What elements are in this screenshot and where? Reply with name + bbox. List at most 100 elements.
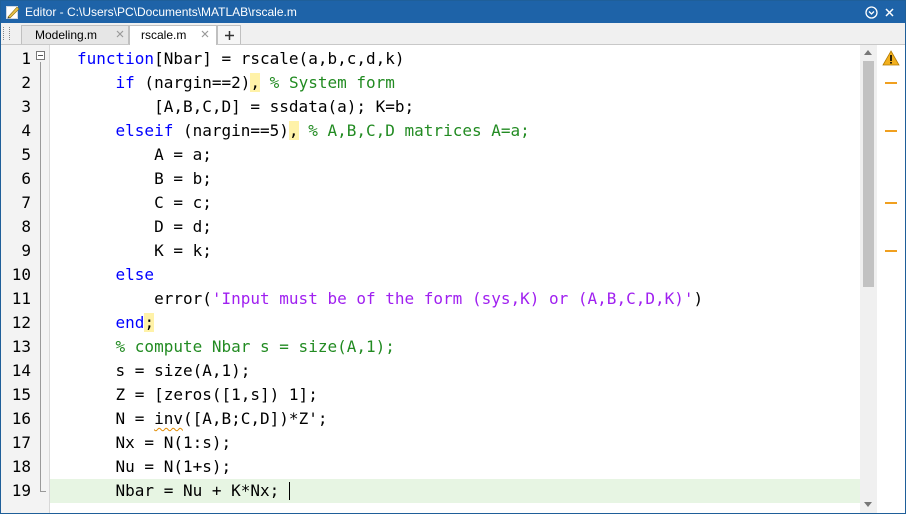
code-line[interactable]: N = inv([A,B;C,D])*Z'; [50,407,860,431]
code-line[interactable]: [A,B,C,D] = ssdata(a); K=b; [50,95,860,119]
code-text: s = size(A,1); [77,359,251,383]
code-token: error( [77,289,212,308]
code-line[interactable]: K = k; [50,239,860,263]
tab-rscale[interactable]: rscale.m [129,25,217,45]
code-text: D = d; [77,215,212,239]
line-number: 5 [21,145,31,164]
code-token: D = d; [77,217,212,236]
vertical-scrollbar[interactable] [860,45,877,513]
line-number: 12 [11,313,31,332]
code-line[interactable]: if (nargin==2), % System form [50,71,860,95]
warning-marker[interactable] [885,130,897,132]
code-line[interactable]: Nu = N(1+s); [50,455,860,479]
line-number: 10 [11,265,31,284]
code-text: A = a; [77,143,212,167]
code-token: inv [154,409,183,428]
matlab-editor-icon [6,6,20,19]
code-token: (nargin==5) [173,121,289,140]
code-text: N = inv([A,B;C,D])*Z'; [77,407,328,431]
line-number: 6 [21,169,31,188]
code-token: A = a; [77,145,212,164]
code-token: end [115,313,145,332]
code-token: N = [77,409,155,428]
warning-marker[interactable] [885,250,897,252]
tab-label: Modeling.m [35,28,98,42]
code-token: B = b; [77,169,212,188]
code-token: % A,B,C,D matrices A=a; [308,121,530,140]
close-icon [884,7,894,17]
close-window-button[interactable] [881,4,897,20]
line-number: 2 [21,73,31,92]
code-token: K = k; [77,241,212,260]
warning-triangle-icon[interactable] [882,50,900,66]
editor-menu-button[interactable] [863,4,879,20]
code-token: ([A,B;C,D])*Z'; [182,409,328,428]
code-text: error('Input must be of the form (sys,K)… [77,287,703,311]
code-line[interactable]: A = a; [50,143,860,167]
code-token: , [250,73,261,92]
code-token: else [115,265,155,284]
line-number: 11 [11,289,31,308]
code-text: C = c; [77,191,212,215]
code-line[interactable]: function[Nbar] = rscale(a,b,c,d,k) [50,47,860,71]
code-text: if (nargin==2), % System form [77,71,395,95]
warning-marker[interactable] [885,82,897,84]
code-line[interactable]: D = d; [50,215,860,239]
scrollbar-thumb[interactable] [863,61,874,287]
code-line[interactable]: end; [50,311,860,335]
line-number: 17 [11,433,31,452]
close-icon[interactable] [115,29,125,39]
code-token: , [288,121,299,140]
add-tab-button[interactable] [217,25,241,44]
code-line[interactable]: B = b; [50,167,860,191]
code-text: end; [77,311,155,335]
code-text: Nx = N(1:s); [77,431,232,455]
code-line[interactable]: error('Input must be of the form (sys,K)… [50,287,860,311]
code-text: else [77,263,155,287]
chevron-down-circle-icon [864,5,878,19]
code-line[interactable]: Z = [zeros([1,s]) 1]; [50,383,860,407]
code-token: elseif [115,121,174,140]
line-number: 16 [11,409,31,428]
fold-end [40,491,46,492]
tab-bar: Modeling.m rscale.m [1,23,905,45]
line-number: 3 [21,97,31,116]
code-token: C = c; [77,193,212,212]
line-number: 18 [11,457,31,476]
code-line[interactable]: % compute Nbar s = size(A,1); [50,335,860,359]
code-token: Nu = N(1+s); [77,457,232,476]
code-text: elseif (nargin==5), % A,B,C,D matrices A… [77,119,530,143]
scroll-down-arrow-icon[interactable] [864,502,872,507]
close-icon[interactable] [200,29,210,39]
code-token: s = size(A,1); [77,361,251,380]
warning-marker[interactable] [885,202,897,204]
code-token: [Nbar] = rscale(a,b,c,d,k) [154,49,405,68]
line-number: 4 [21,121,31,140]
code-token: function [77,49,155,68]
plus-icon [224,30,234,40]
code-text: [A,B,C,D] = ssdata(a); K=b; [77,95,414,119]
line-number: 9 [21,241,31,260]
fold-toggle-icon[interactable] [36,51,45,60]
code-line[interactable]: s = size(A,1); [50,359,860,383]
tab-modeling[interactable]: Modeling.m [21,25,129,44]
window-title: Editor - C:\Users\PC\Documents\MATLAB\rs… [25,5,297,19]
code-line[interactable]: else [50,263,860,287]
scroll-up-arrow-icon[interactable] [864,50,872,55]
code-token: Z = [zeros([1,s]) 1]; [77,385,318,404]
code-line[interactable]: Nbar = Nu + K*Nx; [50,479,860,503]
line-number: 19 [11,481,31,500]
code-token: Nbar = Nu + K*Nx; [77,481,289,500]
code-line[interactable]: elseif (nargin==5), % A,B,C,D matrices A… [50,119,860,143]
code-text: Nu = N(1+s); [77,455,232,479]
code-line[interactable]: Nx = N(1:s); [50,431,860,455]
code-line[interactable]: C = c; [50,191,860,215]
tab-grip[interactable] [3,27,10,40]
code-area[interactable]: function[Nbar] = rscale(a,b,c,d,k) if (n… [50,45,860,513]
code-editor[interactable]: 1 2 3 4 5 6 7 8 9 10 11 12 13 14 15 16 17 18 19 function[N… [1,45,905,513]
